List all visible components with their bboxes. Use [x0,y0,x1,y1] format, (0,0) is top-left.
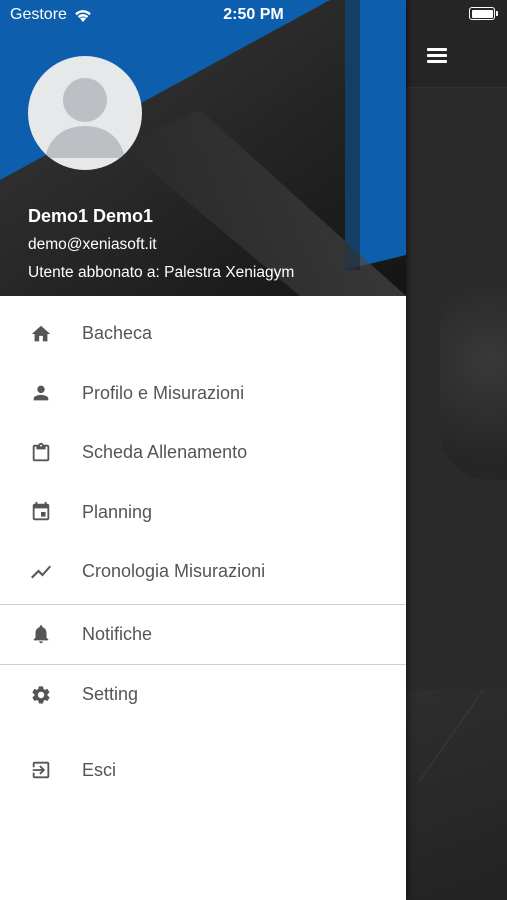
battery-icon [469,7,498,20]
menu-item-label: Setting [82,684,139,705]
menu-item-planning[interactable]: Planning [0,483,406,543]
menu-item-label: Cronologia Misurazioni [82,561,266,582]
gear-icon [29,683,53,707]
home-icon [29,322,53,346]
menu-item-label: Notifiche [82,623,153,644]
drawer-header: Demo1 Demo1 demo@xeniasoft.it Utente abb… [0,0,406,296]
calendar-icon [29,500,53,524]
navigation-drawer: Demo1 Demo1 demo@xeniasoft.it Utente abb… [0,0,406,900]
menu-item-profilo[interactable]: Profilo e Misurazioni [0,364,406,424]
menu-item-esci[interactable]: Esci [0,741,406,801]
menu-icon[interactable] [427,48,447,66]
avatar[interactable] [28,56,142,170]
menu-item-cronologia[interactable]: Cronologia Misurazioni [0,542,406,602]
clipboard-icon [29,441,53,465]
menu-item-bacheca[interactable]: Bacheca [0,304,406,364]
menu-item-label: Profilo e Misurazioni [82,382,245,403]
subscription-text: Utente abbonato a: Palestra Xeniagym [28,264,295,281]
person-icon [29,381,53,405]
user-name: Demo1 Demo1 [28,206,154,226]
background-image [440,280,507,480]
menu-item-label: Bacheca [82,323,153,344]
menu-item-setting[interactable]: Setting [0,665,406,725]
menu-item-notifiche[interactable]: Notifiche [0,605,406,665]
drawer-menu: Bacheca Profilo e Misurazioni Scheda All… [0,296,406,800]
user-email: demo@xeniasoft.it [28,236,157,253]
status-time: 2:50 PM [223,6,284,23]
background-floor [406,690,507,900]
menu-item-scheda[interactable]: Scheda Allenamento [0,423,406,483]
menu-item-label: Planning [82,501,153,522]
logout-icon [29,758,53,782]
avatar-person-icon [45,78,125,158]
menu-item-label: Esci [82,759,117,780]
menu-item-label: Scheda Allenamento [82,442,248,463]
bell-icon [29,622,53,646]
trending-icon [29,560,53,584]
status-bar: Gestore 2:50 PM [0,0,507,30]
